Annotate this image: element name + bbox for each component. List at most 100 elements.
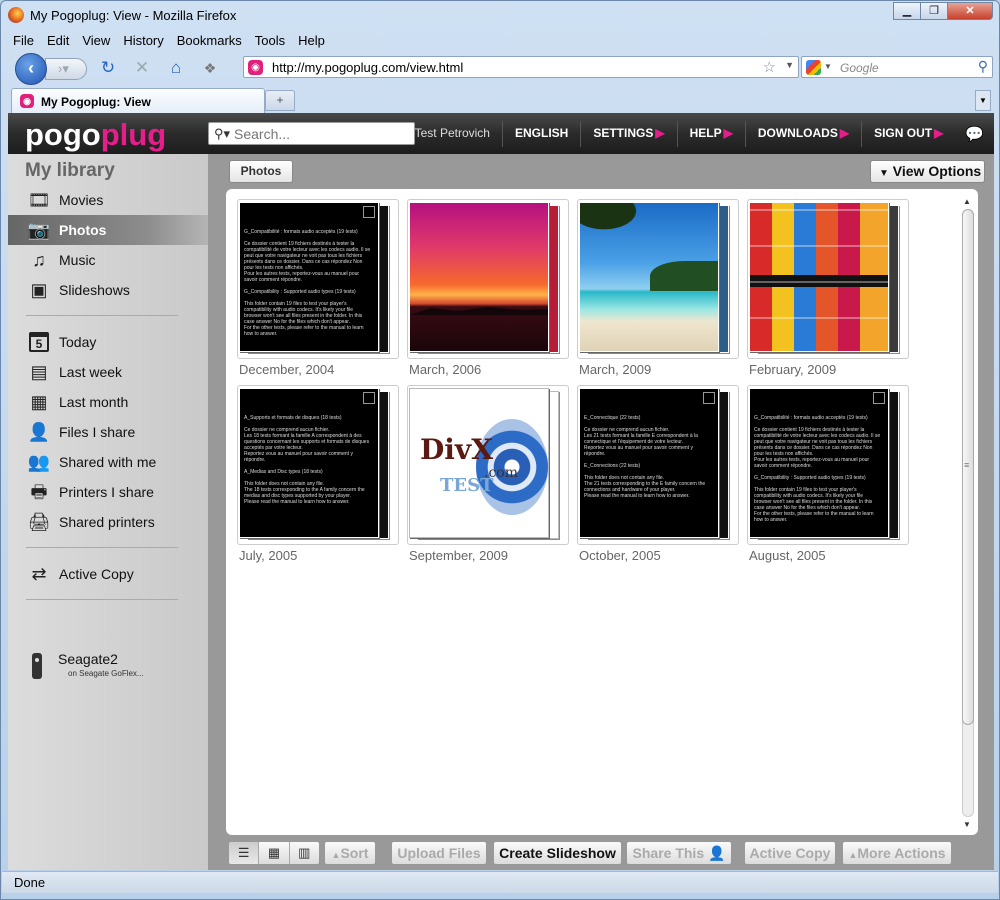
album-tile[interactable]: G_Compatibilité : formats audio acceptés…: [747, 385, 909, 563]
nav-help[interactable]: HELP ▶: [676, 120, 745, 147]
page-content: pogoplug ⚲▾ Test Petrovich ENGLISH SETTI…: [8, 113, 994, 870]
sidebar: My library 🎞 Movies 📷 Photos ♫ Music ▣ Slide…: [8, 154, 208, 870]
sidebar-item-printers-i-share[interactable]: 🖶 Printers I share: [8, 477, 208, 507]
navigation-toolbar: ›▾ ‹ ↻ ✕ ⌂ ❖ ◉ http://my.pogoplug.com/vi…: [7, 51, 995, 85]
close-window-button[interactable]: ✕: [947, 2, 993, 20]
sidebar-item-photos[interactable]: 📷 Photos: [8, 215, 208, 245]
library-search-input[interactable]: [234, 125, 409, 143]
arrow-right-icon: ▶: [839, 126, 850, 140]
sidebar-item-shared-with-me[interactable]: 👥 Shared with me: [8, 447, 208, 477]
nav-downloads-label: DOWNLOADS: [757, 126, 838, 140]
nav-english[interactable]: ENGLISH: [501, 120, 580, 147]
minimize-button[interactable]: ▁: [893, 2, 921, 20]
stop-icon[interactable]: ✕: [131, 57, 153, 79]
share-this-button[interactable]: Share This 👤: [626, 841, 732, 865]
printer-share-icon: 🖶: [30, 482, 48, 502]
menu-file[interactable]: File: [7, 31, 41, 51]
album-tile[interactable]: A_Supports et formats de disques (18 tes…: [237, 385, 399, 563]
view-options-button[interactable]: ▼ View Options: [870, 160, 985, 183]
menu-tools[interactable]: Tools: [249, 31, 292, 51]
sidebar-item-today[interactable]: 5 Today: [8, 327, 208, 357]
google-icon[interactable]: [806, 60, 821, 75]
triangle-down-icon: ▼: [879, 168, 889, 179]
breadcrumb[interactable]: Photos: [229, 160, 293, 183]
active-copy-button[interactable]: Active Copy: [744, 841, 836, 865]
sidebar-item-shared-printers[interactable]: 🖨 Shared printers: [8, 507, 208, 537]
album-thumbnail: [579, 202, 719, 352]
nav-settings[interactable]: SETTINGS ▶: [580, 120, 676, 147]
calendar-day-icon: 5: [29, 332, 49, 352]
pogoplug-logo[interactable]: pogoplug: [25, 117, 166, 153]
library-search[interactable]: ⚲▾: [208, 122, 415, 145]
menu-bookmarks[interactable]: Bookmarks: [171, 31, 249, 51]
sidebar-item-music[interactable]: ♫ Music: [8, 245, 208, 275]
sidebar-item-label: Photos: [59, 222, 107, 238]
album-thumb-text: G_Compatibilité : formats audio acceptés…: [244, 229, 371, 337]
vertical-scrollbar[interactable]: ▲ ≡ ▼: [960, 195, 974, 831]
top-navigation: Test Petrovich ENGLISH SETTINGS ▶ HELP ▶ D…: [403, 113, 994, 154]
sidebar-item-movies[interactable]: 🎞 Movies: [8, 185, 208, 215]
album-caption: December, 2004: [239, 362, 335, 377]
back-button[interactable]: ‹: [15, 53, 47, 85]
sort-button[interactable]: ▲Sort: [324, 841, 376, 865]
upload-files-button[interactable]: Upload Files: [391, 841, 487, 865]
firefox-logo-icon: [8, 7, 24, 23]
restore-button[interactable]: ❐: [920, 2, 948, 20]
filmstrip-view-icon[interactable]: ▥: [288, 842, 319, 864]
browser-window: My Pogoplug: View - Mozilla Firefox ▁ ❐ …: [0, 0, 1000, 900]
nav-downloads[interactable]: DOWNLOADS ▶: [744, 120, 861, 147]
album-tile[interactable]: February, 2009: [747, 199, 909, 377]
album-tile[interactable]: E_Connectique (22 tests) Ce dossier ne c…: [577, 385, 739, 563]
album-tile[interactable]: G_Compatibilité : formats audio acceptés…: [237, 199, 399, 377]
url-dropdown-icon[interactable]: ▼: [785, 60, 794, 70]
url-bar[interactable]: ◉ http://my.pogoplug.com/view.html ☆ ▼: [243, 56, 799, 78]
menu-history[interactable]: History: [117, 31, 170, 51]
sidebar-item-active-copy[interactable]: ⇄ Active Copy: [8, 559, 208, 589]
create-slideshow-button[interactable]: Create Slideshow: [493, 841, 622, 865]
addon-icon[interactable]: ❖: [199, 57, 221, 79]
scroll-up-icon[interactable]: ▲: [963, 197, 971, 206]
album-tile[interactable]: DivX TEST .com September, 2009: [407, 385, 569, 563]
user-name: Test Petrovich: [414, 126, 490, 140]
bookmark-star-icon[interactable]: ☆: [763, 58, 776, 76]
tab-strip: ◉ My Pogoplug: View + ▼: [7, 87, 995, 113]
url-text[interactable]: http://my.pogoplug.com/view.html: [272, 60, 463, 75]
grid-view-icon[interactable]: ▦: [258, 842, 289, 864]
new-tab-button[interactable]: +: [265, 90, 295, 111]
nav-sign-out-label: SIGN OUT: [874, 126, 933, 140]
menu-view[interactable]: View: [76, 31, 117, 51]
album-thumb-text: G_Compatibilité : formats audio acceptés…: [754, 415, 881, 523]
sidebar-item-slideshows[interactable]: ▣ Slideshows: [8, 275, 208, 305]
sidebar-item-files-i-share[interactable]: 👤 Files I share: [8, 417, 208, 447]
scroll-down-icon[interactable]: ▼: [963, 820, 971, 829]
home-icon[interactable]: ⌂: [165, 57, 187, 79]
album-tile[interactable]: March, 2009: [577, 199, 739, 377]
chat-bubble-icon[interactable]: 💬: [955, 125, 994, 143]
menu-edit[interactable]: Edit: [41, 31, 76, 51]
device-subtitle: on Seagate GoFlex...: [68, 669, 144, 678]
sidebar-item-label: Files I share: [59, 424, 136, 440]
sidebar-item-label: Printers I share: [59, 484, 154, 500]
menu-help[interactable]: Help: [292, 31, 332, 51]
web-search-box[interactable]: ▼ Google ⚲: [801, 56, 993, 78]
album-caption: August, 2005: [749, 548, 826, 563]
search-icon[interactable]: ⚲▾: [214, 126, 230, 142]
calendar-week-icon: ▤: [30, 362, 48, 382]
forward-button[interactable]: ›▾: [45, 58, 87, 80]
sidebar-item-last-week[interactable]: ▤ Last week: [8, 357, 208, 387]
sidebar-item-last-month[interactable]: ▦ Last month: [8, 387, 208, 417]
more-actions-button[interactable]: ▲More Actions: [842, 841, 952, 865]
nav-sign-out[interactable]: SIGN OUT ▶: [861, 120, 955, 147]
tab-list-dropdown-icon[interactable]: ▼: [975, 90, 991, 111]
device-seagate2[interactable]: Seagate2 on Seagate GoFlex...: [28, 651, 198, 685]
camera-icon: 📷: [27, 220, 51, 240]
album-thumb-text: E_Connectique (22 tests) Ce dossier ne c…: [584, 415, 706, 499]
list-view-icon[interactable]: ☰: [229, 842, 259, 864]
search-engine-dropdown-icon[interactable]: ▼: [824, 62, 832, 71]
search-icon[interactable]: ⚲: [978, 58, 988, 75]
users-icon: 👥: [27, 452, 51, 472]
tab-pogoplug-view[interactable]: ◉ My Pogoplug: View: [11, 88, 265, 113]
album-caption: March, 2006: [409, 362, 482, 377]
album-tile[interactable]: March, 2006: [407, 199, 569, 377]
reload-icon[interactable]: ↻: [97, 57, 119, 79]
